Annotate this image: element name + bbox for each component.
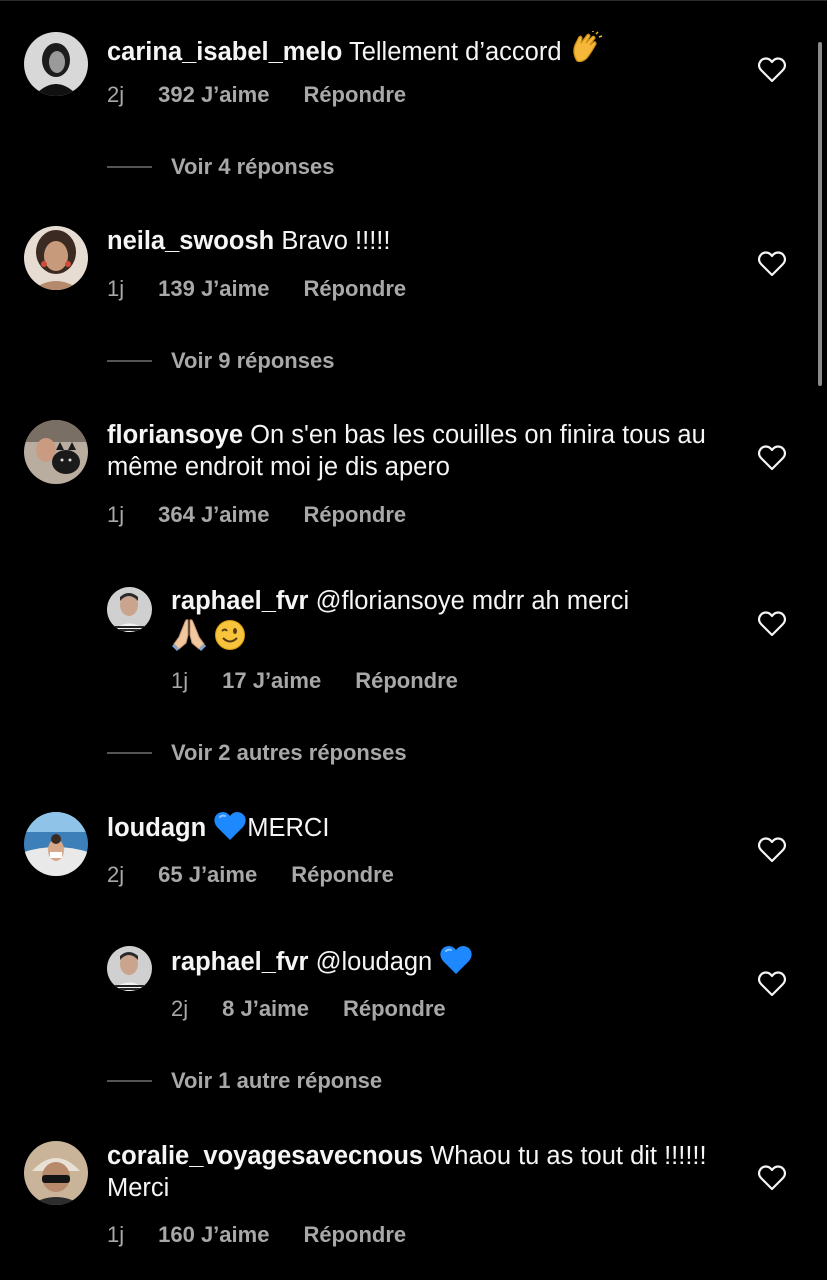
- comment-text: carina_isabel_melo Tellement d’accord: [107, 31, 707, 73]
- blue-heart-icon: [213, 811, 247, 849]
- view-replies-label: Voir 9 réponses: [171, 348, 335, 373]
- reply-time: 1j: [171, 668, 189, 693]
- divider-dash: [107, 1080, 152, 1082]
- comment-likes[interactable]: 160 J’aime: [158, 1221, 269, 1249]
- reply-button[interactable]: Répondre: [291, 861, 394, 889]
- comment-time: 2j: [107, 82, 125, 107]
- comment-username[interactable]: neila_swoosh: [107, 227, 274, 255]
- reply-likes[interactable]: 17 J’aime: [222, 667, 321, 695]
- reply-button[interactable]: Répondre: [303, 275, 406, 303]
- folded-hands-icon: [171, 617, 207, 659]
- comment-likes[interactable]: 65 J’aime: [158, 861, 257, 889]
- blue-heart-icon: [439, 945, 473, 983]
- comment-likes[interactable]: 364 J’aime: [158, 501, 269, 529]
- reply-meta: 2j 8 J’aime Répondre: [171, 995, 446, 1023]
- reply-meta: 1j 17 J’aime Répondre: [171, 667, 458, 695]
- comment-username[interactable]: floriansoye: [107, 421, 243, 449]
- avatar[interactable]: [24, 1141, 88, 1205]
- comment-username[interactable]: loudagn: [107, 814, 206, 842]
- reply-body: @loudagn: [315, 948, 433, 976]
- clapping-hands-icon: [569, 31, 603, 73]
- top-divider: [0, 0, 827, 1]
- divider-dash: [107, 360, 152, 362]
- comment-body: Bravo !!!!!: [281, 227, 391, 255]
- reply-text: raphael_fvr @floriansoye mdrr ah merci: [171, 585, 711, 659]
- comment-time: 2j: [107, 862, 125, 887]
- comment-text: loudagn MERCI: [107, 811, 707, 849]
- avatar[interactable]: [24, 812, 88, 876]
- reply-avatar[interactable]: [107, 587, 152, 632]
- view-replies-label: Voir 2 autres réponses: [171, 740, 407, 765]
- avatar[interactable]: [24, 420, 88, 484]
- scrollbar[interactable]: [818, 42, 822, 386]
- like-heart-icon[interactable]: [757, 1165, 787, 1191]
- comment-meta: 1j 364 J’aime Répondre: [107, 501, 406, 529]
- comment-body: MERCI: [247, 814, 330, 842]
- comment-meta: 2j 392 J’aime Répondre: [107, 81, 406, 109]
- comment-likes[interactable]: 392 J’aime: [158, 81, 269, 109]
- divider-dash: [107, 166, 152, 168]
- reply-button[interactable]: Répondre: [343, 995, 446, 1023]
- comment-likes[interactable]: 139 J’aime: [158, 275, 269, 303]
- like-heart-icon[interactable]: [757, 611, 787, 637]
- like-heart-icon[interactable]: [757, 57, 787, 83]
- view-replies-label: Voir 1 autre réponse: [171, 1068, 383, 1093]
- avatar[interactable]: [24, 226, 88, 290]
- comment-time: 1j: [107, 1222, 125, 1247]
- like-heart-icon[interactable]: [757, 837, 787, 863]
- comment-username[interactable]: carina_isabel_melo: [107, 38, 342, 66]
- divider-dash: [107, 752, 152, 754]
- reply-body: @floriansoye mdrr ah merci: [315, 587, 630, 615]
- reply-button[interactable]: Répondre: [303, 81, 406, 109]
- comment-text: coralie_voyagesavecnous Whaou tu as tout…: [107, 1140, 707, 1204]
- like-heart-icon[interactable]: [757, 251, 787, 277]
- comment-time: 1j: [107, 502, 125, 527]
- reply-likes[interactable]: 8 J’aime: [222, 995, 309, 1023]
- comment-meta: 1j 160 J’aime Répondre: [107, 1221, 406, 1249]
- reply-button[interactable]: Répondre: [303, 501, 406, 529]
- winking-face-icon: [214, 619, 246, 659]
- reply-username[interactable]: raphael_fvr: [171, 587, 309, 615]
- view-replies-label: Voir 4 réponses: [171, 154, 335, 179]
- reply-username[interactable]: raphael_fvr: [171, 948, 309, 976]
- avatar[interactable]: [24, 32, 88, 96]
- comment-text: floriansoye On s'en bas les couilles on …: [107, 419, 707, 483]
- like-heart-icon[interactable]: [757, 971, 787, 997]
- comment-username[interactable]: coralie_voyagesavecnous: [107, 1142, 423, 1170]
- comment-time: 1j: [107, 276, 125, 301]
- comment-text: neila_swoosh Bravo !!!!!: [107, 225, 707, 257]
- reply-button[interactable]: Répondre: [303, 1221, 406, 1249]
- reply-text: raphael_fvr @loudagn: [171, 945, 711, 983]
- reply-button[interactable]: Répondre: [355, 667, 458, 695]
- reply-time: 2j: [171, 996, 189, 1021]
- comment-meta: 1j 139 J’aime Répondre: [107, 275, 406, 303]
- like-heart-icon[interactable]: [757, 445, 787, 471]
- comment-meta: 2j 65 J’aime Répondre: [107, 861, 394, 889]
- reply-avatar[interactable]: [107, 946, 152, 991]
- comment-body: Tellement d’accord: [348, 38, 562, 66]
